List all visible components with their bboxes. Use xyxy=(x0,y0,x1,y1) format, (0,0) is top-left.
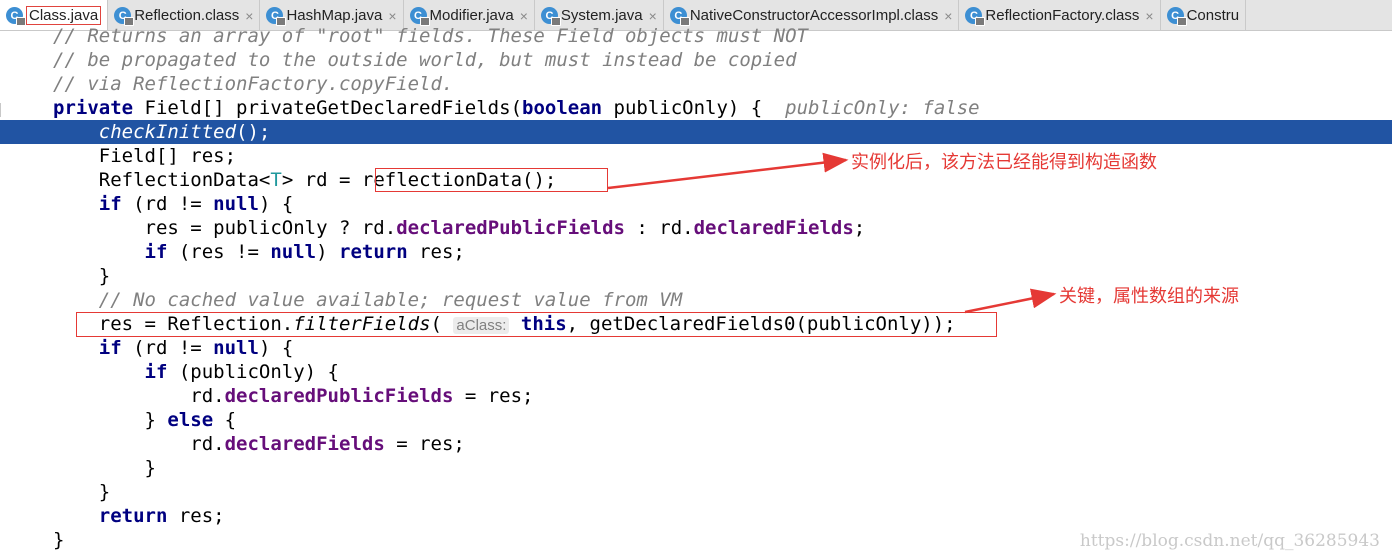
code-line: // be propagated to the outside world, b… xyxy=(53,49,797,71)
code-line: // via ReflectionFactory.copyField. xyxy=(53,73,454,95)
code-line: res = publicOnly ? rd.declaredPublicFiel… xyxy=(144,217,866,239)
annotation-box-reflection-data xyxy=(375,168,608,192)
class-file-icon: C xyxy=(669,7,690,26)
code-line: } else { xyxy=(144,409,237,431)
annotation-note-fields-source: 关键，属性数组的来源 xyxy=(1059,286,1239,307)
parameter-value-hint: publicOnly: false xyxy=(785,97,980,119)
class-file-icon: C xyxy=(266,7,287,26)
close-icon[interactable]: × xyxy=(649,8,657,24)
code-line-highlighted: checkInitted(); xyxy=(0,120,1392,144)
tab-label: Modifier.java xyxy=(429,7,514,24)
tab-label: NativeConstructorAccessorImpl.class xyxy=(689,7,939,24)
watermark: https://blog.csdn.net/qq_36285943 xyxy=(1079,531,1380,551)
close-icon[interactable]: × xyxy=(388,8,396,24)
class-file-icon: C xyxy=(6,7,26,26)
annotation-box-filter-fields xyxy=(76,312,997,337)
code-line: rd.declaredPublicFields = res; xyxy=(190,385,534,407)
code-line: if (rd != null) { xyxy=(98,337,294,359)
class-file-icon: C xyxy=(965,7,986,26)
code-line: } xyxy=(144,457,156,479)
tab-label: HashMap.java xyxy=(286,7,383,24)
code-line: if (publicOnly) { xyxy=(144,361,339,383)
code-line: } xyxy=(98,481,111,503)
class-file-icon: C xyxy=(409,7,430,26)
tab-label: Class.java xyxy=(26,6,102,25)
close-icon[interactable]: × xyxy=(520,8,528,24)
close-icon[interactable]: × xyxy=(1145,8,1153,24)
code-line: Field[] res; xyxy=(98,145,237,167)
close-icon[interactable]: × xyxy=(944,8,952,24)
code-line: private Field[] privateGetDeclaredFields… xyxy=(53,97,980,119)
tab-label: Reflection.class xyxy=(134,7,240,24)
class-file-icon: C xyxy=(540,7,561,26)
class-file-icon: C xyxy=(1166,7,1187,26)
tab-label: Constru xyxy=(1186,7,1240,24)
code-line: ReflectionData<T> rd = reflectionData(); xyxy=(98,169,557,191)
tab-label: ReflectionFactory.class xyxy=(985,7,1140,24)
code-line: if (rd != null) { xyxy=(98,193,294,215)
close-icon[interactable]: × xyxy=(245,8,253,24)
code-line: // Returns an array of "root" fields. Th… xyxy=(53,25,808,47)
tab-label: System.java xyxy=(560,7,643,24)
class-file-icon: C xyxy=(114,7,135,26)
annotation-note-constructor: 实例化后，该方法已经能得到构造函数 xyxy=(851,152,1157,173)
code-line: if (res != null) return res; xyxy=(144,241,465,263)
code-line: return res; xyxy=(98,505,225,527)
code-line: rd.declaredFields = res; xyxy=(190,433,465,455)
